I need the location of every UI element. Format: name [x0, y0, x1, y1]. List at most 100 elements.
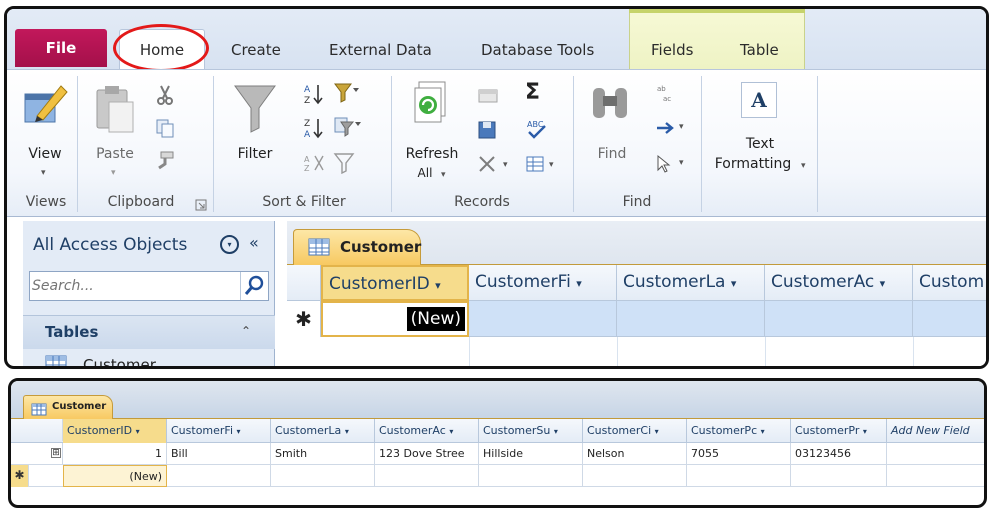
column-header-add-new-field[interactable]: Add New Field — [887, 419, 984, 443]
column-dropdown-icon[interactable]: ▾ — [655, 427, 659, 436]
cell-customerfirst-new[interactable] — [167, 465, 271, 487]
text-formatting-label-1[interactable]: Text — [725, 136, 795, 152]
cell-customerphone-new[interactable] — [791, 465, 887, 487]
column-dropdown-icon[interactable]: ▾ — [880, 277, 886, 290]
nav-section-tables[interactable]: Tables ⌃ — [23, 315, 275, 349]
new-record-icon[interactable] — [477, 86, 499, 110]
find-binoculars-icon[interactable] — [589, 84, 633, 128]
clipboard-launcher-icon[interactable] — [195, 196, 207, 215]
select-all-corner[interactable] — [11, 419, 63, 441]
cell-customerid-new[interactable]: (New) — [63, 465, 167, 487]
new-record-marker-icon[interactable]: ✱ — [11, 465, 29, 487]
column-header-customerphone[interactable]: CustomerPr ▾ — [791, 419, 887, 443]
cell-customerfirst-new[interactable] — [469, 301, 617, 337]
column-dropdown-icon[interactable]: ▾ — [576, 277, 582, 290]
column-header-customeraddress[interactable]: CustomerAc ▾ — [375, 419, 479, 443]
cell-customerid[interactable]: 1 — [63, 443, 167, 465]
cell-customercity[interactable]: Nelson — [583, 443, 687, 465]
replace-icon[interactable]: ab ac — [655, 82, 677, 108]
text-formatting-label-2[interactable]: Formatting — [705, 156, 801, 172]
cell-add-new-field-new[interactable] — [887, 465, 984, 487]
view-design-icon[interactable] — [21, 80, 69, 132]
cell-customerlast-new[interactable] — [271, 465, 375, 487]
column-dropdown-icon[interactable]: ▾ — [863, 427, 867, 436]
cell-customerphone[interactable]: 03123456 — [791, 443, 887, 465]
column-header-customeraddress[interactable]: CustomerAc ▾ — [765, 265, 913, 301]
paste-dropdown-icon[interactable]: ▾ — [111, 168, 116, 178]
text-formatting-icon[interactable]: A — [741, 82, 777, 118]
column-header-customercity[interactable]: CustomerCi ▾ — [583, 419, 687, 443]
selection-filter-icon[interactable] — [333, 82, 363, 108]
column-dropdown-icon[interactable]: ▾ — [136, 427, 140, 436]
row-selector[interactable]: ⊞ — [11, 443, 63, 465]
select-cursor-icon[interactable] — [655, 154, 671, 178]
sort-ascending-icon[interactable]: AZ — [303, 82, 325, 110]
column-header-customerlast[interactable]: CustomerLa ▾ — [271, 419, 375, 443]
expand-subdatasheet-icon[interactable]: ⊞ — [51, 448, 61, 458]
nav-item-customer[interactable]: Customer — [23, 351, 275, 366]
delete-dropdown-icon[interactable]: ▾ — [503, 160, 508, 170]
sort-descending-icon[interactable]: ZA — [303, 116, 325, 144]
column-header-customerid[interactable]: CustomerID ▾ — [321, 265, 469, 301]
cell-customerid-new[interactable]: (New) — [321, 301, 469, 337]
tab-table[interactable]: Table — [740, 35, 779, 65]
totals-sigma-icon[interactable]: Σ — [525, 80, 540, 105]
cell-customeraddress[interactable]: 123 Dove Stree — [375, 443, 479, 465]
column-dropdown-icon[interactable]: ▾ — [345, 427, 349, 436]
select-dropdown-icon[interactable]: ▾ — [679, 158, 684, 168]
column-dropdown-icon[interactable]: ▾ — [449, 427, 453, 436]
column-dropdown-icon[interactable]: ▾ — [731, 277, 737, 290]
new-record-marker-icon[interactable]: ✱ — [287, 301, 321, 337]
chevron-up-icon[interactable]: ⌃ — [241, 324, 251, 338]
nav-search-input[interactable] — [32, 274, 237, 298]
cell-add-new-field[interactable] — [887, 443, 984, 465]
tab-file[interactable]: File — [15, 29, 107, 67]
cell-customeraddress-new[interactable] — [375, 465, 479, 487]
tab-fields[interactable]: Fields — [651, 35, 693, 65]
document-tab-customer-bottom[interactable]: Customer — [23, 395, 113, 420]
select-all-corner[interactable] — [287, 265, 321, 301]
goto-dropdown-icon[interactable]: ▾ — [679, 122, 684, 132]
paste-icon[interactable] — [93, 84, 137, 138]
column-dropdown-icon[interactable]: ▾ — [237, 427, 241, 436]
column-header-customer-truncated[interactable]: Custom — [913, 265, 986, 301]
cell-customersuburb[interactable]: Hillside — [479, 443, 583, 465]
goto-arrow-icon[interactable] — [655, 120, 677, 140]
advanced-filter-icon[interactable] — [333, 116, 363, 142]
refresh-all-icon[interactable] — [411, 80, 451, 136]
cell-customeraddress-new[interactable] — [765, 301, 913, 337]
cell-customercity-new[interactable] — [583, 465, 687, 487]
view-button[interactable]: View — [21, 146, 69, 162]
cell-customerlast-new[interactable] — [617, 301, 765, 337]
delete-record-icon[interactable] — [477, 154, 499, 178]
column-header-customerid[interactable]: CustomerID ▾ — [63, 419, 167, 443]
column-header-customersuburb[interactable]: CustomerSu ▾ — [479, 419, 583, 443]
column-dropdown-icon[interactable]: ▾ — [761, 427, 765, 436]
more-dropdown-icon[interactable]: ▾ — [549, 160, 554, 170]
refresh-button[interactable]: Refresh — [401, 146, 463, 162]
column-header-customerfirst[interactable]: CustomerFi ▾ — [167, 419, 271, 443]
tab-database-tools[interactable]: Database Tools — [481, 35, 594, 65]
tab-external-data[interactable]: External Data — [329, 35, 432, 65]
nav-pane-title[interactable]: All Access Objects — [33, 235, 187, 255]
spelling-icon[interactable]: ABC — [525, 118, 549, 144]
find-button[interactable]: Find — [587, 146, 637, 162]
column-dropdown-icon[interactable]: ▾ — [435, 279, 441, 292]
paste-button[interactable]: Paste — [89, 146, 141, 162]
table-row-new[interactable]: ✱ (New) — [11, 465, 984, 487]
table-row[interactable]: ⊞ 1 Bill Smith 123 Dove Stree Hillside N… — [11, 443, 984, 465]
cell-customerpostcode[interactable]: 7055 — [687, 443, 791, 465]
filter-funnel-icon[interactable] — [233, 82, 277, 138]
text-formatting-dropdown-icon[interactable]: ▾ — [801, 161, 806, 171]
column-header-customerpostcode[interactable]: CustomerPc ▾ — [687, 419, 791, 443]
tab-create[interactable]: Create — [231, 35, 281, 65]
cut-icon[interactable] — [155, 84, 175, 110]
column-dropdown-icon[interactable]: ▾ — [554, 427, 558, 436]
search-icon[interactable] — [240, 272, 268, 300]
cell-customerlast[interactable]: Smith — [271, 443, 375, 465]
save-record-icon[interactable] — [477, 120, 499, 144]
column-header-customerfirst[interactable]: CustomerFi ▾ — [469, 265, 617, 301]
more-records-icon[interactable] — [525, 154, 547, 178]
column-header-customerlast[interactable]: CustomerLa ▾ — [617, 265, 765, 301]
cell-customer-truncated-new[interactable] — [913, 301, 986, 337]
